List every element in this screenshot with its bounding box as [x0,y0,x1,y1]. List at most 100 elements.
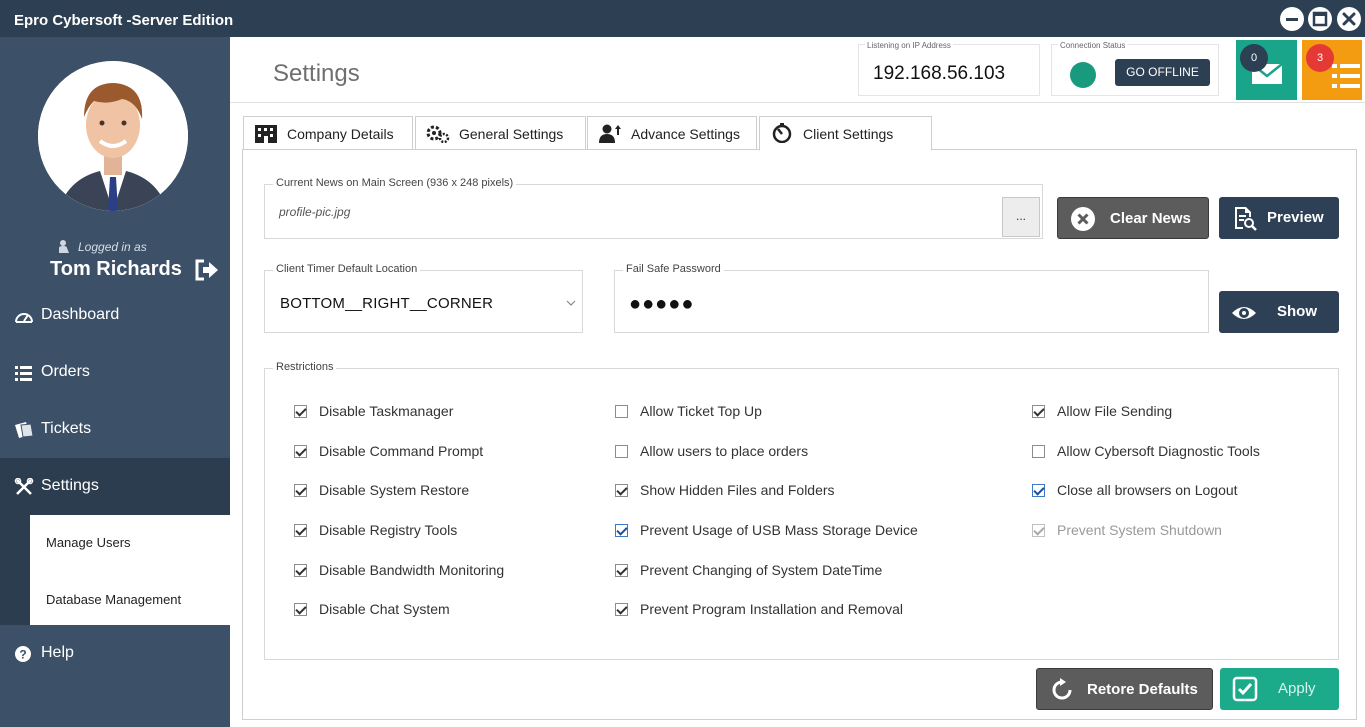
page-title: Settings [273,60,360,87]
connection-status-panel: Connection Status GO OFFLINE [1051,41,1219,96]
checkbox-label: Prevent Changing of System DateTime [640,562,883,578]
news-group: Current News on Main Screen (936 x 248 p… [264,177,1043,239]
browse-button[interactable]: ... [1002,197,1040,237]
restrictions-label: Restrictions [273,361,337,373]
ip-address-panel: Listening on IP Address 192.168.56.103 [858,41,1040,96]
checkbox-label: Disable Bandwidth Monitoring [319,562,505,578]
close-icon [1342,12,1356,26]
eye-icon [1232,307,1256,319]
checkbox-label: Show Hidden Files and Folders [640,482,835,498]
ip-value: 192.168.56.103 [873,63,1006,84]
list-icon [1332,64,1360,88]
nav-orders[interactable]: Orders [0,344,230,401]
checkbox-label: Disable Command Prompt [319,443,484,459]
failsafe-password-value: ●●●●● [629,293,695,315]
tab-label: Advance Settings [631,126,740,142]
panel-border-left [242,149,243,719]
tab-advance-settings[interactable]: Advance Settings [587,116,757,150]
timer-location-group[interactable]: Client Timer Default Location BOTTOM__RI… [264,263,583,333]
nav-settings[interactable]: Settings [0,458,230,515]
refresh-icon [1052,678,1072,700]
checkbox[interactable] [1032,445,1045,458]
status-indicator [1070,62,1096,88]
checkbox[interactable] [615,524,628,537]
nav-label: Dashboard [41,306,120,323]
button-label: Retore Defaults [1087,681,1198,698]
checkbox-label: Disable Chat System [319,601,450,617]
checkbox[interactable] [1032,484,1045,497]
failsafe-password-label: Fail Safe Password [623,263,724,275]
checkbox[interactable] [294,603,307,616]
help-icon: ? [15,646,31,662]
timer-icon [772,123,792,143]
checkbox[interactable] [294,524,307,537]
nav-label: Settings [41,477,99,494]
maximize-button[interactable] [1308,7,1332,31]
list-icon [15,366,32,381]
nav-help[interactable]: ? Help [0,625,230,682]
checkbox[interactable] [615,445,628,458]
wrench-icon [14,478,34,495]
messages-tile[interactable]: 0 [1236,40,1297,100]
button-label: Show [1277,303,1317,320]
checkbox[interactable] [1032,405,1045,418]
maximize-icon [1312,11,1328,27]
clear-news-button[interactable]: Clear News [1057,197,1209,239]
preview-button[interactable]: Preview [1219,197,1339,239]
close-button[interactable] [1337,7,1361,31]
apply-button[interactable]: Apply [1220,668,1339,710]
show-password-button[interactable]: Show [1219,291,1339,333]
checkbox[interactable] [615,405,628,418]
logout-icon[interactable] [194,258,220,282]
news-label: Current News on Main Screen (936 x 248 p… [273,177,517,189]
checkbox-label: Prevent Program Installation and Removal [640,601,904,617]
checkbox[interactable] [294,484,307,497]
checkbox[interactable] [615,603,628,616]
checkbox-label: Disable Taskmanager [319,403,454,419]
panel-border-right [1356,149,1357,719]
nav-dashboard[interactable]: Dashboard [0,287,230,344]
notifications-tile[interactable]: 3 [1302,40,1362,100]
tab-company-details[interactable]: Company Details [243,116,413,150]
news-file-name: profile-pic.jpg [279,205,351,219]
timer-location-value: BOTTOM__RIGHT__CORNER [280,295,494,312]
nav-tickets[interactable]: Tickets [0,401,230,458]
building-icon [255,125,277,143]
go-offline-button[interactable]: GO OFFLINE [1115,59,1210,86]
notifications-count-badge: 3 [1306,44,1334,72]
close-circle-icon [1071,207,1095,231]
minimize-button[interactable] [1280,7,1304,31]
checkbox-label: Disable System Restore [319,482,470,498]
checkbox[interactable] [615,564,628,577]
tab-client-settings[interactable]: Client Settings [759,116,932,151]
nav-label: Help [41,644,74,661]
button-label: Apply [1278,680,1316,697]
restore-defaults-button[interactable]: Retore Defaults [1036,668,1213,710]
nav-label: Orders [41,363,90,380]
checkbox-label: Allow Ticket Top Up [640,403,762,419]
window-title: Epro Cybersoft -Server Edition [14,12,234,29]
checkbox[interactable] [294,405,307,418]
button-label: Preview [1267,209,1324,226]
person-icon [59,240,69,253]
messages-count-badge: 0 [1240,44,1268,72]
logged-in-label: Logged in as [78,240,147,254]
button-label: Clear News [1110,210,1191,227]
dashboard-icon [15,313,33,323]
checkbox[interactable] [294,564,307,577]
tab-general-settings[interactable]: General Settings [415,116,586,150]
checkbox[interactable] [615,484,628,497]
checkbox-label: Allow File Sending [1057,403,1173,419]
failsafe-password-field[interactable]: Fail Safe Password ●●●●● [614,263,1209,333]
checkbox [1032,524,1045,537]
gears-icon [426,125,450,143]
title-bar: Epro Cybersoft -Server Edition [0,0,1365,37]
checkbox[interactable] [294,445,307,458]
sidebar: Logged in as Tom Richards Dashboard Orde… [0,37,230,727]
svg-text:?: ? [19,648,26,662]
sub-item-database-management[interactable]: Database Management [46,592,181,607]
user-name: Tom Richards [50,258,182,280]
logged-in-caption: Logged in as [58,239,147,254]
tab-label: Company Details [287,126,394,142]
sub-item-manage-users[interactable]: Manage Users [46,535,131,550]
